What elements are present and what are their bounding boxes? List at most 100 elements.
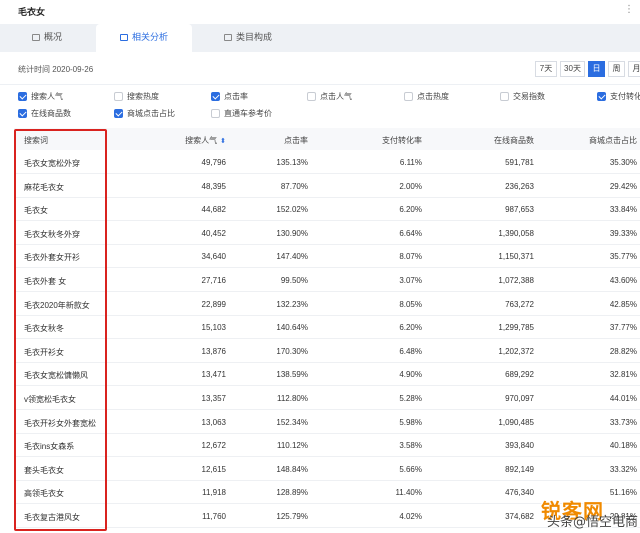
value-cell: 6.20% [399, 205, 422, 215]
metric-mall-click-ratio[interactable]: 商城点击占比 [114, 108, 175, 119]
value-cell: 13,471 [201, 370, 226, 380]
value-cell: 591,781 [505, 158, 534, 167]
keyword-cell[interactable]: 毛衣复古港风女 [24, 512, 80, 523]
metric-payment-conversion[interactable]: 支付转化 [597, 91, 640, 102]
value-cell: 11,760 [202, 512, 226, 521]
value-cell: 35.30% [609, 158, 637, 167]
value-cell: 476,340 [505, 488, 534, 498]
table-row[interactable]: 毛衣外套 女 27,716 99.50% 3.07% 1,072,388 43.60% [14, 269, 640, 292]
more-icon[interactable]: ⋮ [624, 4, 634, 15]
metric-label: 搜索人气 [31, 92, 63, 101]
value-cell: 6.64% [399, 228, 422, 238]
table-row[interactable]: 毛衣女宽松慵懒风 13,471 138.59% 4.90% 689,292 32.81% [14, 363, 640, 387]
value-cell: 3.58% [399, 441, 422, 451]
value-cell: 4.90% [399, 370, 422, 380]
keyword-cell[interactable]: 毛衣外套 女 [24, 276, 66, 287]
tab-related-analysis[interactable]: 相关分析 [96, 24, 193, 52]
table-row[interactable]: 毛衣女 44,682 152.02% 6.20% 987,653 33.84% [14, 198, 640, 222]
value-cell: 32.81% [609, 370, 637, 380]
value-cell: 12,615 [201, 464, 226, 474]
keyword-cell[interactable]: 毛衣女秋冬 [24, 323, 64, 334]
column-header-mall-click-ratio[interactable]: 商城点击占比 [549, 135, 637, 146]
checkbox-icon[interactable] [211, 109, 220, 118]
table-row[interactable]: 毛衣女秋冬外穿 40,452 130.90% 6.64% 1,390,058 39.33% [14, 221, 640, 245]
keyword-cell[interactable]: 毛衣2020年新款女 [24, 300, 90, 311]
metric-ztc-reference-price[interactable]: 直通车参考价 [211, 108, 272, 119]
value-cell: 27,716 [201, 276, 226, 285]
keyword-cell[interactable]: 毛衣女秋冬外穿 [24, 229, 80, 240]
table-row[interactable]: 毛衣女秋冬 15,103 140.64% 6.20% 1,299,785 37.77% [14, 316, 640, 340]
period-week-button[interactable]: 周 [608, 61, 625, 77]
value-cell: 40,452 [201, 228, 226, 238]
value-cell: 6.11% [399, 158, 422, 167]
period-7d-button[interactable]: 7天 [535, 61, 557, 77]
checkbox-icon[interactable] [307, 92, 316, 101]
keyword-cell[interactable]: 高领毛衣女 [24, 488, 64, 499]
column-header-ctr[interactable]: 点击率 [244, 135, 308, 146]
keyword-cell[interactable]: 套头毛衣女 [24, 465, 64, 476]
table-row[interactable]: 麻花毛衣女 48,395 87.70% 2.00% 236,263 29.42% [14, 174, 640, 198]
table-row[interactable]: 套头毛衣女 12,615 148.84% 5.66% 892,149 33.32% [14, 457, 640, 481]
metric-label: 在线商品数 [31, 109, 71, 118]
keyword-cell[interactable]: 毛衣外套女开衫 [24, 252, 80, 263]
metric-ctr[interactable]: 点击率 [211, 91, 248, 102]
tab-overview[interactable]: 概况 [32, 24, 62, 52]
keyword-cell[interactable]: 毛衣开衫女 [24, 347, 64, 358]
metric-search-popularity[interactable]: 搜索人气 [18, 91, 63, 102]
table-row[interactable]: 毛衣ins女森系 12,672 110.12% 3.58% 393,840 40.18% [14, 434, 640, 458]
value-cell: 34,640 [201, 252, 226, 262]
table-row[interactable]: 毛衣外套女开衫 34,640 147.40% 8.07% 1,150,371 35.77% [14, 245, 640, 269]
value-cell: 3.07% [399, 276, 422, 285]
keyword-cell[interactable]: 毛衣女宽松慵懒风 [24, 370, 88, 381]
metric-click-popularity[interactable]: 点击人气 [307, 91, 352, 102]
value-cell: 128.89% [276, 488, 308, 498]
value-cell: 13,357 [201, 394, 226, 403]
table-row[interactable]: v领宽松毛衣女 13,357 112.80% 5.28% 970,097 44.01% [14, 387, 640, 410]
metric-trade-index[interactable]: 交易指数 [500, 91, 545, 102]
table-row[interactable]: 毛衣开衫女 13,876 170.30% 6.48% 1,202,372 28.82% [14, 339, 640, 363]
column-header-online-items[interactable]: 在线商品数 [454, 135, 534, 146]
column-header-keyword[interactable]: 搜索词 [24, 135, 48, 146]
column-header-search-popularity[interactable]: 搜索人气 ⬍ [154, 135, 226, 146]
analysis-icon [120, 34, 128, 41]
value-cell: 87.70% [280, 181, 308, 191]
value-cell: 8.05% [399, 299, 422, 309]
checkbox-icon[interactable] [18, 92, 27, 101]
value-cell: 374,682 [505, 512, 534, 521]
table-row[interactable]: 毛衣2020年新款女 22,899 132.23% 8.05% 763,272 42.85… [14, 292, 640, 316]
metric-online-items[interactable]: 在线商品数 [18, 108, 71, 119]
checkbox-icon[interactable] [18, 109, 27, 118]
keyword-cell[interactable]: 毛衣开衫女外套宽松 [24, 418, 96, 429]
value-cell: 39.33% [609, 228, 637, 238]
keyword-cell[interactable]: 毛衣女宽松外穿 [24, 158, 80, 169]
value-cell: 125.79% [276, 512, 308, 521]
table-row[interactable]: 毛衣开衫女外套宽松 13,063 152.34% 5.98% 1,090,485 33.7… [14, 410, 640, 434]
checkbox-icon[interactable] [404, 92, 413, 101]
keyword-cell[interactable]: v领宽松毛衣女 [24, 394, 76, 405]
value-cell: 33.84% [609, 205, 637, 215]
metric-click-heat[interactable]: 点击热度 [404, 91, 449, 102]
period-month-button[interactable]: 月 [628, 61, 640, 77]
metric-search-heat[interactable]: 搜索热度 [114, 91, 159, 102]
checkbox-icon[interactable] [114, 92, 123, 101]
sort-icon[interactable]: ⬍ [220, 138, 226, 145]
checkbox-icon[interactable] [114, 109, 123, 118]
tab-category-composition[interactable]: 类目构成 [224, 24, 272, 52]
table-header: 搜索词 搜索人气 ⬍ 点击率 支付转化率 在线商品数 商城点击占比 [14, 128, 640, 150]
stat-time: 统计时间 2020-09-26 [18, 65, 94, 74]
table-row[interactable]: 毛衣女宽松外穿 49,796 135.13% 6.11% 591,781 35.30% [14, 151, 640, 174]
keyword-cell[interactable]: 毛衣ins女森系 [24, 441, 74, 452]
value-cell: 15,103 [201, 323, 226, 333]
value-cell: 12,672 [201, 441, 226, 451]
keyword-cell[interactable]: 麻花毛衣女 [24, 182, 64, 193]
period-day-button[interactable]: 日 [588, 61, 605, 77]
value-cell: 6.20% [399, 323, 422, 333]
metric-label: 支付转化 [610, 92, 640, 101]
period-30d-button[interactable]: 30天 [560, 61, 585, 77]
column-header-payment-conversion[interactable]: 支付转化率 [344, 135, 422, 146]
tab-label: 相关分析 [132, 32, 169, 42]
checkbox-icon[interactable] [211, 92, 220, 101]
checkbox-icon[interactable] [500, 92, 509, 101]
keyword-cell[interactable]: 毛衣女 [24, 205, 48, 216]
checkbox-icon[interactable] [597, 92, 606, 101]
